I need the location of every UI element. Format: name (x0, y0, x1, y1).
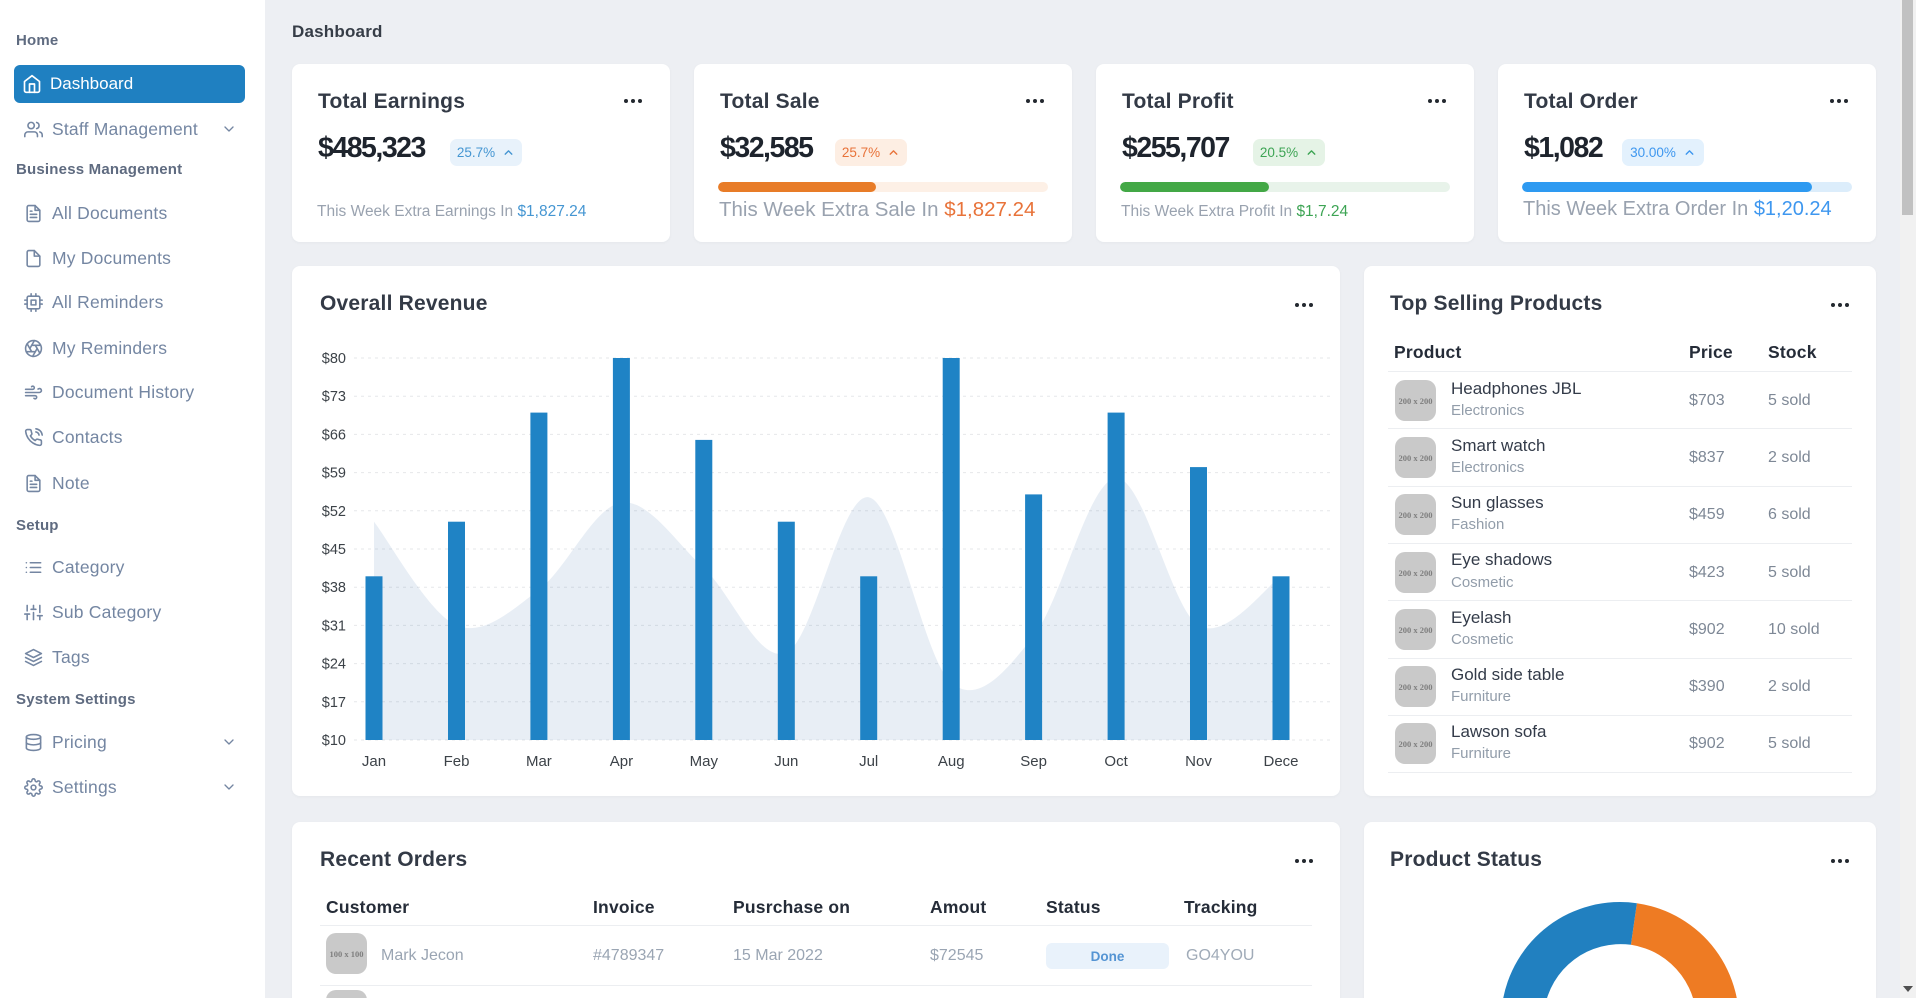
svg-text:Aug: Aug (938, 753, 965, 770)
svg-text:$73: $73 (322, 389, 346, 405)
svg-text:Jan: Jan (362, 753, 386, 770)
svg-text:$31: $31 (322, 618, 346, 634)
svg-text:$38: $38 (322, 580, 346, 596)
svg-text:Apr: Apr (610, 753, 633, 770)
svg-text:Feb: Feb (444, 753, 470, 770)
svg-text:$45: $45 (322, 542, 346, 558)
svg-text:Sep: Sep (1020, 753, 1047, 770)
svg-text:$52: $52 (322, 504, 346, 520)
svg-text:$80: $80 (322, 351, 346, 367)
svg-text:$17: $17 (322, 695, 346, 711)
svg-text:Mar: Mar (526, 753, 552, 770)
svg-text:$59: $59 (322, 466, 346, 482)
svg-text:Jul: Jul (859, 753, 878, 770)
svg-text:Nov: Nov (1185, 753, 1212, 770)
svg-text:$10: $10 (322, 733, 346, 749)
svg-text:Jun: Jun (774, 753, 798, 770)
svg-text:$66: $66 (322, 427, 346, 443)
svg-text:May: May (690, 753, 719, 770)
svg-text:Oct: Oct (1104, 753, 1128, 770)
svg-text:Dece: Dece (1263, 753, 1298, 770)
svg-text:$24: $24 (322, 657, 346, 673)
